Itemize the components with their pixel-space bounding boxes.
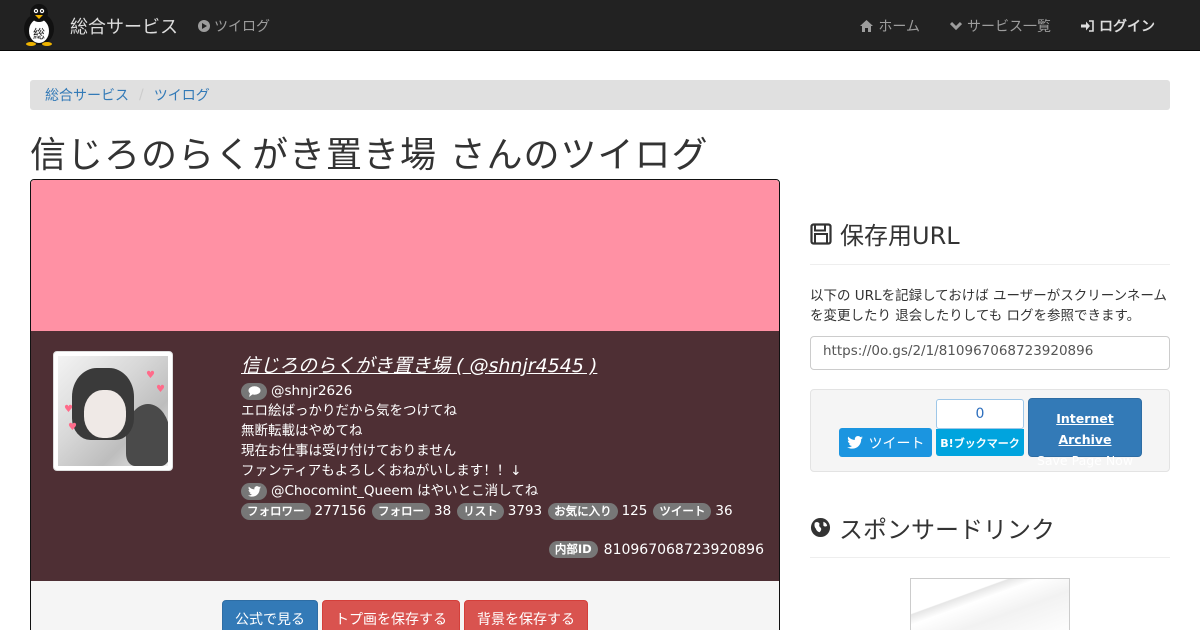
save-url-field[interactable]: https://0o.gs/2/1/810967068723920896: [810, 336, 1170, 370]
internal-id-badge: 内部ID: [548, 541, 598, 558]
nav-login-link[interactable]: ログイン: [1081, 16, 1155, 36]
internet-archive-title: Internet Archive: [1056, 411, 1114, 447]
comment-handle: @shnjr2626: [271, 383, 353, 399]
favorites-count: 125: [621, 503, 648, 519]
bio-line: ファンティアもよろしくおねがいします！！↓: [241, 463, 522, 479]
bio-line: 現在お仕事は受け付けておりません: [241, 443, 457, 459]
heart-icon: ♥: [68, 422, 77, 433]
nav-services-dropdown[interactable]: サービス一覧: [950, 16, 1051, 36]
followers-count: 277156: [314, 503, 367, 519]
nav-services-label: サービス一覧: [967, 19, 1051, 35]
internal-id-value: 810967068723920896: [603, 541, 764, 558]
profile-name-link[interactable]: 信じろのらくがき置き場 ( @shnjr4545 ): [241, 351, 597, 378]
lists-badge: リスト: [457, 502, 504, 520]
bio-line: エロ絵ばっかりだから気をつけてね: [241, 403, 457, 419]
breadcrumb-home[interactable]: 総合サービス: [45, 85, 129, 105]
following-count: 38: [434, 503, 452, 519]
internet-archive-subtitle: Save Page Now: [1036, 453, 1134, 468]
tweets-count: 36: [715, 503, 733, 519]
profile-info: ♥ ♥ ♥ ♥ 信じろのらくがき置き場 ( @shnjr4545 ) @shnj…: [31, 331, 779, 581]
ad-banner[interactable]: [910, 578, 1070, 630]
nav-twilog-label: ツイログ: [214, 19, 270, 35]
heart-icon: ♥: [146, 370, 155, 381]
avatar[interactable]: ♥ ♥ ♥ ♥: [53, 351, 173, 471]
profile-panel: ♥ ♥ ♥ ♥ 信じろのらくがき置き場 ( @shnjr4545 ) @shnj…: [30, 179, 780, 630]
home-icon: [860, 20, 874, 32]
twitter-row: @Chocomint_Queem はやいとこ消してね: [241, 481, 735, 501]
breadcrumb-twilog[interactable]: ツイログ: [154, 85, 210, 105]
twitter-bird-icon: [846, 436, 863, 449]
breadcrumb: 総合サービス / ツイログ: [30, 80, 1170, 110]
chevron-circle-right-icon: [198, 20, 210, 32]
save-url-description: 以下の URLを記録しておけば ユーザーがスクリーンネームを変更したり 退会した…: [810, 288, 1167, 324]
twitter-bird-icon: [241, 482, 267, 500]
sponsor-heading: スポンサードリンク: [810, 510, 1055, 545]
globe-icon: [810, 517, 831, 538]
penguin-logo-icon[interactable]: 総: [18, 2, 60, 46]
save-url-heading: 保存用URL: [810, 216, 960, 251]
breadcrumb-separator: /: [139, 87, 144, 103]
floppy-disk-icon: [810, 222, 832, 245]
bio-line: 無断転載はやめてね: [241, 423, 363, 439]
save-background-button[interactable]: 背景を保存する: [464, 600, 588, 630]
sign-in-icon: [1081, 20, 1094, 32]
divider: [810, 557, 1170, 558]
nav-login-label: ログイン: [1099, 19, 1155, 35]
share-panel: ツイート 0 B!ブックマーク Internet Archive Save Pa…: [810, 389, 1170, 472]
chevron-down-icon: [950, 21, 962, 31]
nav-twilog-link[interactable]: ツイログ: [198, 16, 270, 36]
sponsor-title: スポンサードリンク: [839, 516, 1055, 544]
save-avatar-button[interactable]: トプ画を保存する: [322, 600, 460, 630]
stats-row: フォロワー 277156 フォロー 38 リスト 3793 お気に入り 125 …: [241, 501, 735, 521]
twitter-line-text: @Chocomint_Queem はやいとこ消してね: [271, 483, 539, 499]
hatena-bookmark-button[interactable]: B!ブックマーク: [936, 429, 1024, 456]
heart-icon: ♥: [64, 404, 73, 415]
page-title: 信じろのらくがき置き場 さんのツイログ: [30, 135, 709, 176]
following-badge: フォロー: [372, 502, 431, 520]
favorites-badge: お気に入り: [548, 502, 618, 520]
divider: [810, 264, 1170, 265]
tweet-button-label: ツイート: [868, 435, 925, 452]
heart-icon: ♥: [156, 384, 165, 395]
avatar-image: ♥ ♥ ♥ ♥: [58, 356, 168, 466]
brand-link[interactable]: 総合サービス: [70, 13, 178, 39]
internet-archive-button[interactable]: Internet Archive Save Page Now: [1028, 398, 1142, 468]
comment-row: @shnjr2626: [241, 381, 735, 401]
nav-right: ホーム サービス一覧 ログイン: [860, 16, 1155, 36]
tweets-badge: ツイート: [653, 502, 712, 520]
lists-count: 3793: [507, 503, 543, 519]
nav-home-link[interactable]: ホーム: [860, 16, 920, 36]
profile-actions: 公式で見る トプ画を保存する 背景を保存する: [31, 581, 779, 630]
save-url-title: 保存用URL: [840, 222, 960, 250]
hatena-bookmark-count[interactable]: 0: [936, 399, 1024, 429]
followers-badge: フォロワー: [241, 502, 311, 520]
comment-icon: [241, 382, 267, 400]
tweet-button[interactable]: ツイート: [839, 428, 932, 457]
profile-banner: [31, 180, 779, 331]
nav-home-label: ホーム: [878, 19, 920, 35]
navbar: 総 総合サービス ツイログ ホーム サービス一覧 ログイン: [0, 0, 1200, 51]
internal-id: 内部ID 810967068723920896: [548, 541, 764, 558]
profile-details: @shnjr2626 エロ絵ばっかりだから気をつけてね 無断転載はやめてね 現在…: [241, 381, 735, 521]
view-official-button[interactable]: 公式で見る: [222, 600, 318, 630]
svg-text:総: 総: [33, 27, 45, 41]
